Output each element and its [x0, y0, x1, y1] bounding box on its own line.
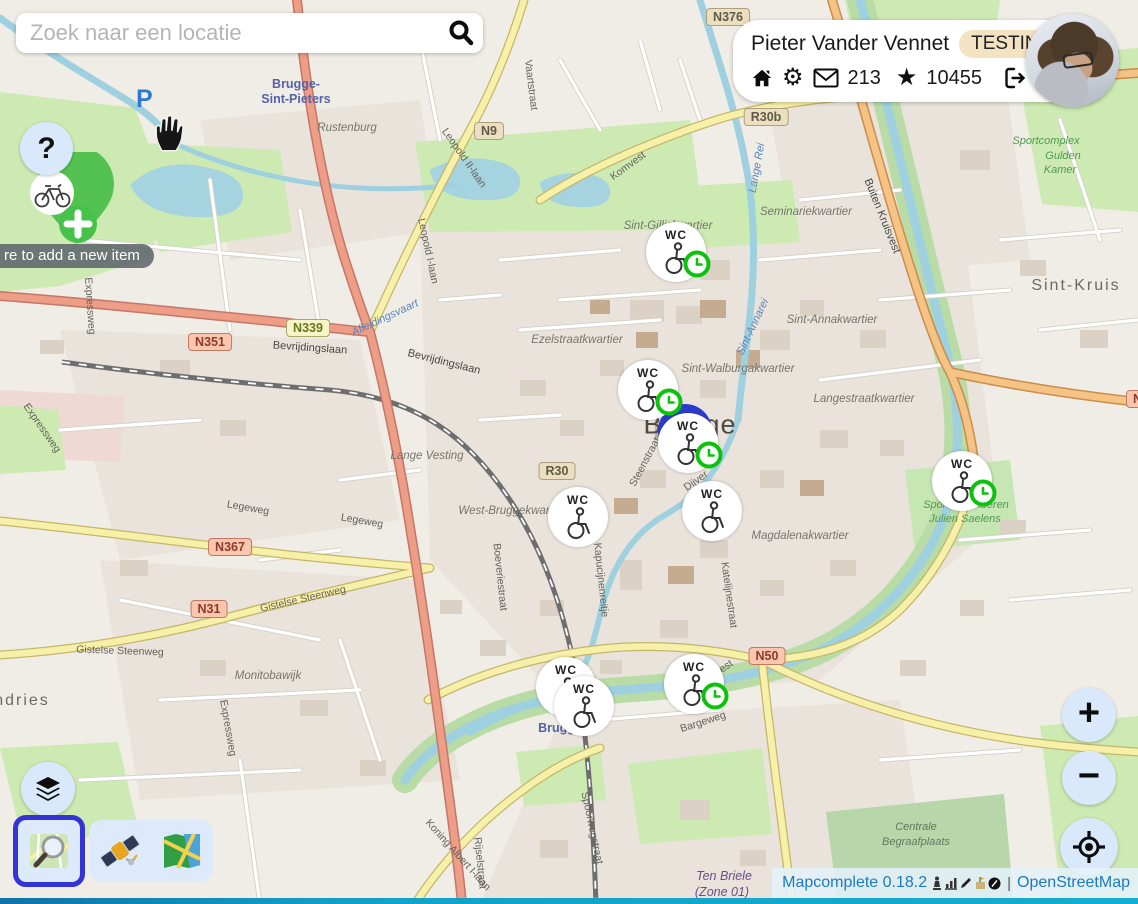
changeset-count: 10455 — [926, 67, 982, 90]
wc-toilet-marker[interactable]: WC — [548, 487, 608, 547]
opening-hours-clock-badge — [702, 683, 729, 710]
crosshair-icon — [1071, 829, 1107, 865]
wc-label: WC — [701, 488, 723, 500]
avatar[interactable] — [1026, 14, 1119, 107]
wheelchair-icon — [695, 500, 729, 534]
home-icon[interactable] — [751, 67, 773, 89]
wc-label: WC — [677, 420, 699, 432]
wheelchair-icon — [561, 506, 595, 540]
license-icon — [988, 877, 1001, 890]
layers-button[interactable] — [21, 762, 75, 816]
background-satellite-button[interactable] — [89, 820, 151, 882]
wc-toilet-marker[interactable]: WC — [682, 481, 742, 541]
wc-label: WC — [665, 229, 687, 241]
wc-label: WC — [637, 367, 659, 379]
stats-chart-icon — [944, 876, 958, 890]
statue-icon — [931, 876, 943, 890]
search-bar — [16, 13, 483, 53]
add-item-tooltip: re to add a new item — [0, 244, 154, 268]
background-osm-carto-button[interactable] — [13, 815, 85, 887]
opening-hours-clock-badge — [656, 389, 683, 416]
help-question-mark: ? — [37, 132, 55, 166]
openstreetmap-link[interactable]: OpenStreetMap — [1017, 874, 1130, 892]
zoom-in-button[interactable]: + — [1062, 688, 1116, 742]
messages-envelope-icon[interactable] — [813, 68, 839, 88]
search-input[interactable] — [16, 20, 439, 46]
wc-label: WC — [555, 664, 577, 676]
opening-hours-clock-badge — [970, 480, 997, 507]
mapcomplete-app: RustenburgSint-GilliskwartierSeminariekw… — [0, 0, 1138, 904]
wc-toilet-marker[interactable]: WC — [554, 676, 614, 736]
wc-label: WC — [951, 458, 973, 470]
logout-icon[interactable] — [1003, 66, 1027, 90]
wheelchair-icon — [567, 695, 601, 729]
attribution-bar: Mapcomplete 0.18.2 | OpenStreetMap — [772, 868, 1138, 898]
opening-hours-clock-badge — [696, 442, 723, 469]
settings-gear-icon[interactable]: ⚙ — [782, 66, 804, 90]
opening-hours-clock-badge — [684, 251, 711, 278]
attribution-separator: | — [1007, 875, 1011, 892]
search-icon[interactable] — [439, 13, 483, 53]
attribution-icons — [931, 876, 1001, 890]
user-name[interactable]: Pieter Vander Vennet — [751, 32, 949, 56]
wc-label: WC — [683, 661, 705, 673]
star-icon: ★ — [896, 66, 918, 90]
minus-icon: − — [1078, 757, 1100, 795]
background-layer-chooser — [13, 815, 213, 887]
wc-label: WC — [573, 683, 595, 695]
background-map-button[interactable] — [151, 820, 213, 882]
landmark-flag-icon — [974, 876, 987, 890]
message-count: 213 — [848, 67, 881, 90]
wc-label: WC — [567, 494, 589, 506]
edit-pencil-icon — [959, 876, 973, 890]
bottom-accent-bar — [0, 898, 1138, 904]
plus-icon: + — [1078, 694, 1100, 732]
mapcomplete-version-link[interactable]: Mapcomplete 0.18.2 — [782, 874, 927, 892]
zoom-out-button[interactable]: − — [1062, 751, 1116, 805]
help-button[interactable]: ? — [20, 122, 73, 175]
